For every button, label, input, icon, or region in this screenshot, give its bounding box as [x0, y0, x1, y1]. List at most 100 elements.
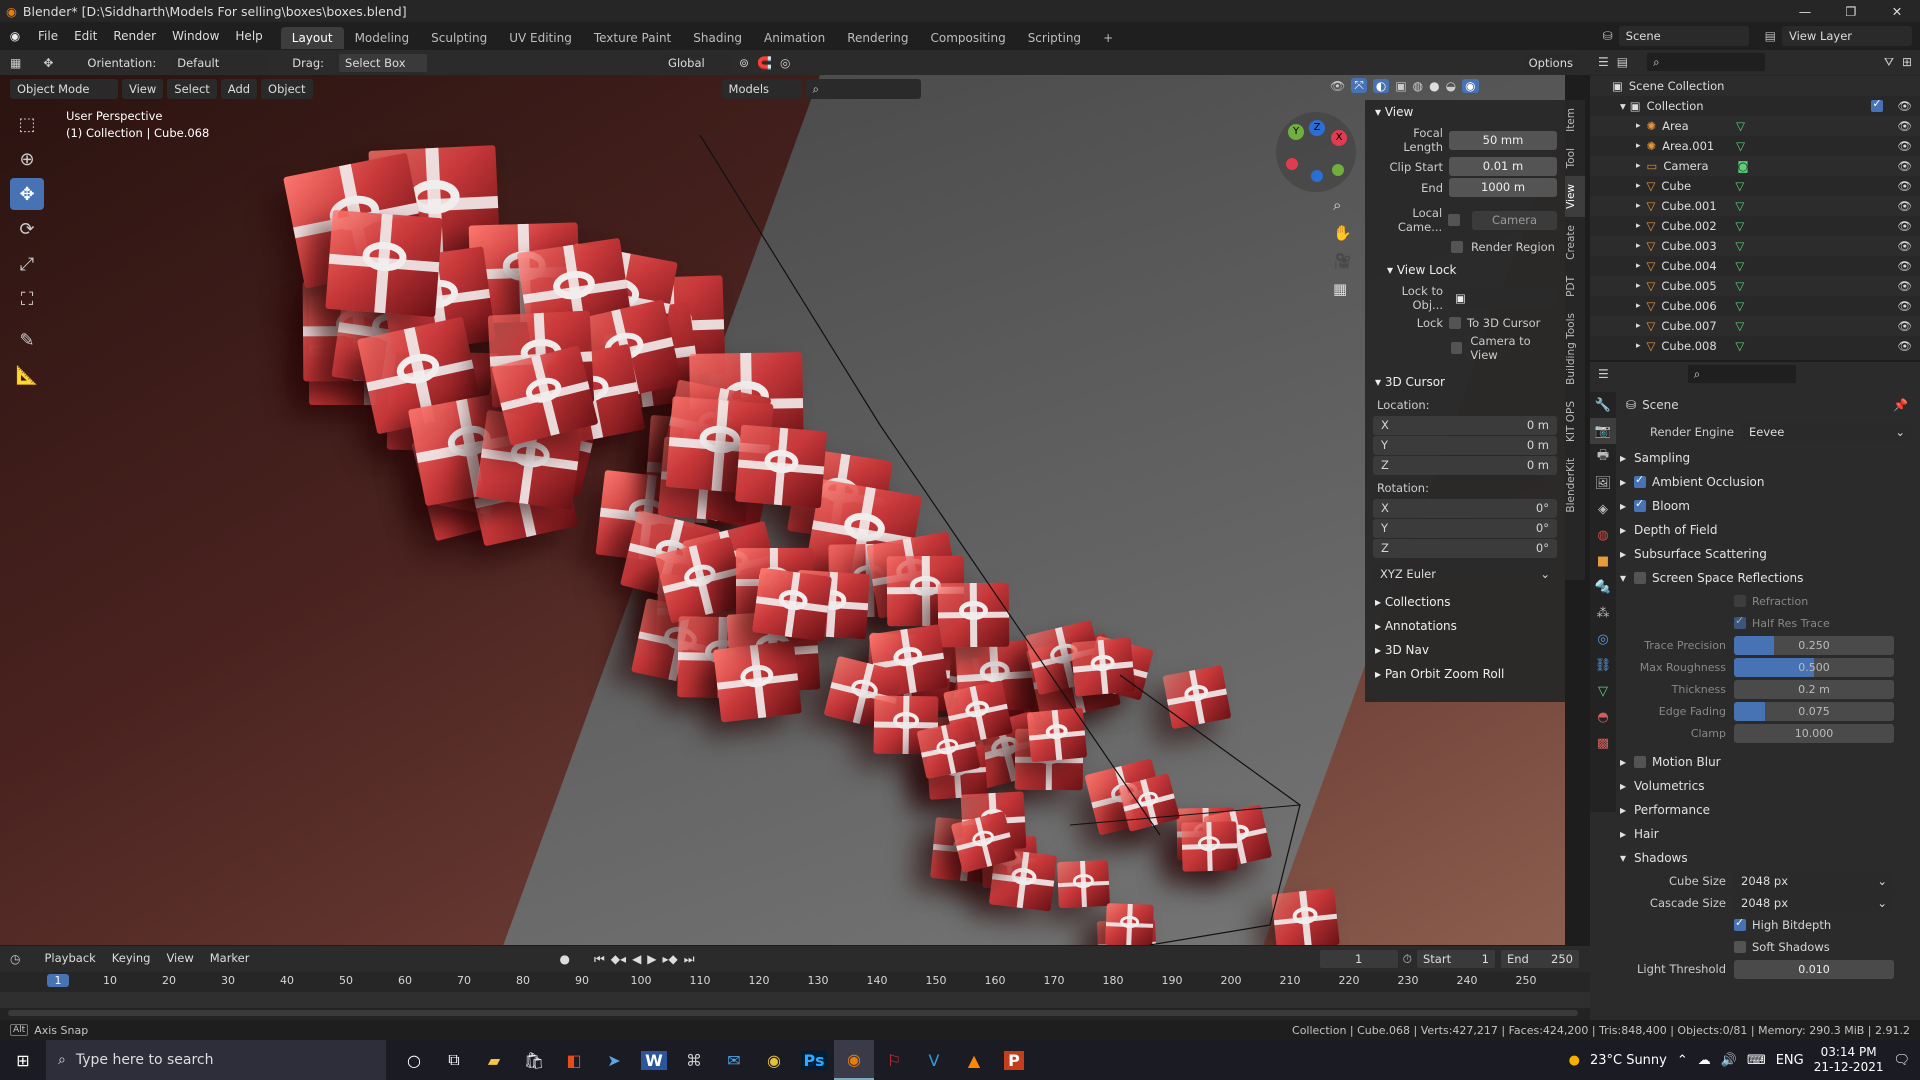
expand-icon[interactable]: ▸: [1636, 341, 1641, 351]
office-icon[interactable]: ◧: [554, 1040, 594, 1080]
material-shading-icon[interactable]: ◒: [1446, 79, 1456, 93]
end-frame-field[interactable]: End 250: [1500, 949, 1580, 969]
viewport-menu-add[interactable]: Add: [220, 79, 258, 99]
expand-icon[interactable]: ▸: [1636, 281, 1641, 291]
outliner-row[interactable]: ▸ ▽ Cube ▽ 👁: [1590, 176, 1920, 196]
clip-end-field[interactable]: 1000 m: [1449, 178, 1557, 197]
tab-view[interactable]: View: [1565, 176, 1585, 218]
outliner-row[interactable]: ▸ ▽ Cube.004 ▽ 👁: [1590, 256, 1920, 276]
app-v-icon[interactable]: V: [914, 1040, 954, 1080]
outliner-row[interactable]: ▸ ▽ Cube.002 ▽ 👁: [1590, 216, 1920, 236]
select-box-icon[interactable]: ⬚: [10, 108, 44, 140]
local-camera-checkbox[interactable]: [1448, 214, 1461, 226]
outliner-row[interactable]: ▸ ▽ Cube.008 ▽ 👁: [1590, 336, 1920, 356]
editor-type-icon[interactable]: ▦: [10, 56, 21, 70]
move-tool-icon[interactable]: ✥: [43, 56, 53, 70]
tab-tool[interactable]: Tool: [1565, 140, 1585, 176]
jump-start-icon[interactable]: ⏮: [594, 952, 605, 967]
models-search-input[interactable]: ⌕: [805, 79, 921, 99]
measure-icon[interactable]: 📐: [10, 359, 44, 391]
expand-icon[interactable]: ▸: [1636, 221, 1641, 231]
pivot-icon[interactable]: ⊚: [739, 56, 749, 70]
eye-icon[interactable]: 👁: [1897, 279, 1912, 293]
minimize-icon[interactable]: —: [1782, 4, 1828, 19]
expand-icon[interactable]: ▸: [1636, 321, 1641, 331]
properties-editor-icon[interactable]: ☰: [1598, 367, 1609, 381]
record-icon[interactable]: ●: [560, 952, 570, 966]
ssr-panel[interactable]: ▾ Screen Space Reflections: [1620, 566, 1916, 590]
drag-dropdown[interactable]: Select Box: [338, 52, 429, 73]
expand-icon[interactable]: ▸: [1636, 261, 1641, 271]
outliner-row-scene-collection[interactable]: ▣ Scene Collection: [1590, 76, 1920, 96]
sampling-panel[interactable]: ▸ Sampling: [1620, 446, 1916, 470]
gizmo-neg-x[interactable]: [1286, 158, 1298, 170]
rotate-icon[interactable]: ⟳: [10, 213, 44, 245]
expand-icon[interactable]: ▸: [1636, 241, 1641, 251]
texture-props-icon[interactable]: ▩: [1590, 730, 1616, 756]
scale-icon[interactable]: ⤢: [10, 248, 44, 280]
keying-menu[interactable]: Keying: [105, 949, 157, 969]
camera-to-view-checkbox[interactable]: [1451, 342, 1463, 354]
visibility-icon[interactable]: 👁: [1330, 79, 1345, 93]
timeline-ruler[interactable]: 1 10 20 30 40 50 60 70 80 90 100 110 120 130 140 150 160…: [0, 972, 1590, 992]
store-icon[interactable]: 🛍: [514, 1040, 554, 1080]
world-props-icon[interactable]: ◍: [1590, 522, 1616, 548]
eye-icon[interactable]: 👁: [1897, 259, 1912, 273]
expand-icon[interactable]: ▸: [1636, 121, 1641, 131]
powerpoint-icon[interactable]: P: [994, 1040, 1034, 1080]
language-indicator[interactable]: ENG: [1776, 1053, 1804, 1068]
playback-menu[interactable]: Playback: [38, 949, 102, 969]
view-lock-header[interactable]: ▾ View Lock: [1365, 258, 1565, 282]
photoshop-icon[interactable]: Ps: [794, 1040, 834, 1080]
outliner-row[interactable]: ▸ ✺ Area.001 ▽ 👁: [1590, 136, 1920, 156]
ortho-grid-icon[interactable]: ▦: [1333, 280, 1352, 298]
blender-menu-icon[interactable]: ◉: [0, 29, 30, 43]
view-section-header[interactable]: ▾ View: [1365, 100, 1565, 124]
outliner-row[interactable]: ▸ ▽ Cube.003 ▽ 👁: [1590, 236, 1920, 256]
tab-layout[interactable]: Layout: [280, 26, 344, 49]
outliner-row[interactable]: ▸ ▭ Camera ◙ 👁: [1590, 156, 1920, 176]
tab-modeling[interactable]: Modeling: [344, 27, 421, 49]
tab-shading[interactable]: Shading: [682, 27, 753, 49]
weather-text[interactable]: 23°C Sunny: [1590, 1053, 1667, 1068]
timeline-view-menu[interactable]: View: [160, 949, 200, 969]
outliner-row[interactable]: ▸ ▽ Cube.001 ▽ 👁: [1590, 196, 1920, 216]
cursor-rotation-x[interactable]: X 0°: [1373, 499, 1557, 518]
ambient-occlusion-checkbox[interactable]: [1634, 473, 1646, 488]
next-keyframe-icon[interactable]: ▸◆: [663, 952, 678, 966]
3d-cursor-header[interactable]: ▾ 3D Cursor: [1365, 370, 1565, 394]
overlay-toggle-icon[interactable]: ◐: [1372, 78, 1390, 93]
motion-blur-panel[interactable]: ▸ Motion Blur: [1620, 750, 1916, 774]
3d-nav-section[interactable]: ▸ 3D Nav: [1365, 638, 1565, 662]
jump-end-icon[interactable]: ⏭: [684, 952, 695, 967]
tab-building-tools[interactable]: Building Tools: [1565, 305, 1585, 393]
xray-icon[interactable]: ▣: [1395, 79, 1406, 93]
scene-props-icon[interactable]: ◈: [1590, 496, 1616, 522]
cursor-tool-icon[interactable]: ⊕: [10, 143, 44, 175]
bloom-checkbox[interactable]: [1634, 497, 1646, 512]
eye-icon[interactable]: 👁: [1897, 119, 1912, 133]
ambient-occlusion-panel[interactable]: ▸Ambient Occlusion: [1620, 470, 1916, 494]
annotations-section[interactable]: ▸ Annotations: [1365, 614, 1565, 638]
light-threshold-field[interactable]: 0.010: [1734, 959, 1894, 979]
taskbar-search[interactable]: ⌕ Type here to search: [46, 1040, 386, 1080]
local-camera-field[interactable]: Camera: [1472, 210, 1557, 230]
render-engine-dropdown[interactable]: Eevee ⌄: [1742, 422, 1912, 442]
tab-texture-paint[interactable]: Texture Paint: [583, 27, 682, 49]
volume-icon[interactable]: 🔊: [1721, 1053, 1737, 1068]
data-props-icon[interactable]: ▽: [1590, 678, 1616, 704]
prev-keyframe-icon[interactable]: ◆◂: [611, 952, 626, 966]
clamp-field[interactable]: 10.000: [1734, 723, 1894, 743]
cursor-rotation-y[interactable]: Y 0°: [1373, 519, 1557, 538]
view-layer-field[interactable]: View Layer: [1782, 26, 1912, 46]
timeline-editor-icon[interactable]: ◷: [10, 952, 20, 966]
gizmo-toggle-icon[interactable]: ⤧: [1351, 78, 1367, 93]
thickness-field[interactable]: 0.2 m: [1734, 679, 1894, 699]
render-region-checkbox[interactable]: [1451, 241, 1463, 253]
outliner-editor-icon[interactable]: ☰: [1598, 55, 1609, 69]
close-icon[interactable]: ✕: [1874, 4, 1920, 19]
gizmo-neg-y[interactable]: [1332, 164, 1344, 176]
eye-icon[interactable]: 👁: [1897, 159, 1912, 173]
network-icon[interactable]: ☁: [1698, 1053, 1711, 1068]
wireframe-shading-icon[interactable]: ◍: [1413, 79, 1423, 93]
